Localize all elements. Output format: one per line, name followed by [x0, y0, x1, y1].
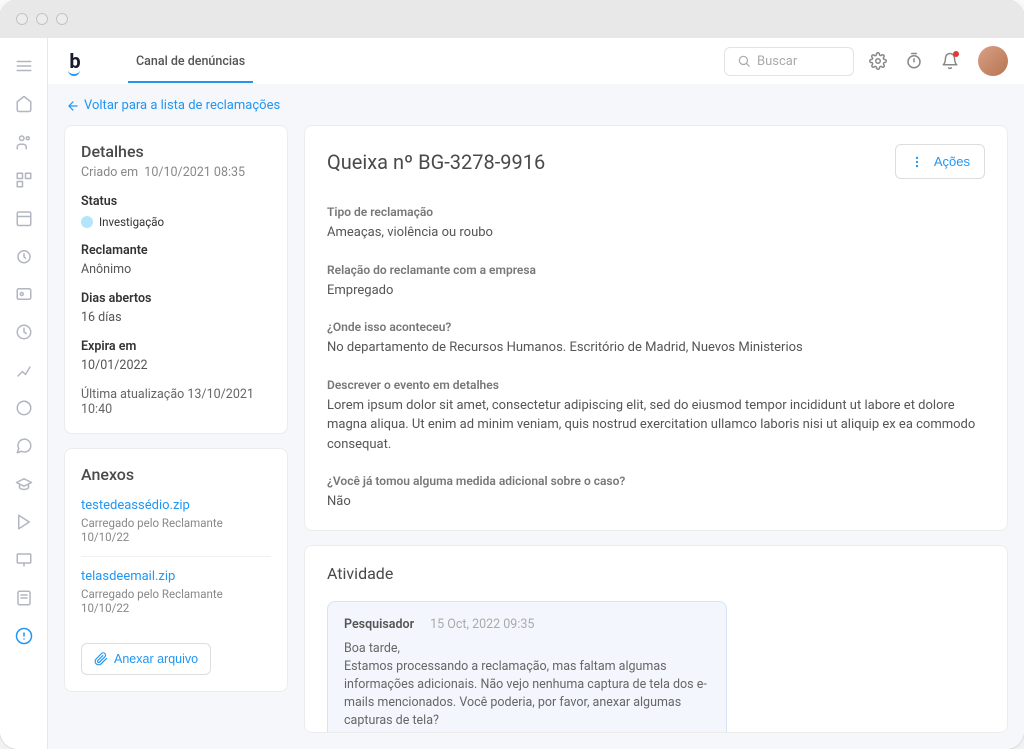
measure-label: ¿Você já tomou alguma medida adicional s…	[327, 474, 985, 488]
org-icon[interactable]	[14, 170, 34, 190]
days-open-label: Dias abertos	[81, 291, 271, 306]
attachments-card: Anexos testedeassédio.zip Carregado pelo…	[64, 448, 288, 692]
message-researcher: Pesquisador 15 Oct, 2022 09:35 Boa tarde…	[327, 601, 727, 734]
complainant-value: Anônimo	[81, 262, 271, 277]
details-card: Detalhes Criado em 10/10/2021 08:35 Stat…	[64, 125, 288, 434]
attachment-meta: Carregado pelo Reclamante 10/10/22	[81, 516, 271, 544]
window-title-bar	[0, 0, 1024, 38]
attachment-link[interactable]: telasdeemail.zip	[81, 569, 271, 584]
where-label: ¿Onde isso aconteceu?	[327, 320, 985, 334]
relation-value: Empregado	[327, 281, 985, 301]
complainant-label: Reclamante	[81, 243, 271, 258]
describe-value: Lorem ipsum dolor sit amet, consectetur …	[327, 396, 985, 455]
chat-icon[interactable]	[14, 436, 34, 456]
more-vertical-icon	[910, 155, 924, 169]
app-logo[interactable]: b	[64, 50, 86, 72]
progress-icon[interactable]	[14, 398, 34, 418]
activity-card: Atividade Pesquisador 15 Oct, 2022 09:35…	[304, 545, 1008, 734]
type-label: Tipo de reclamação	[327, 205, 985, 219]
topbar: b Canal de denúncias Buscar	[48, 38, 1024, 84]
search-placeholder: Buscar	[757, 54, 797, 69]
status-badge: Investigação	[81, 215, 164, 229]
notification-dot	[953, 51, 959, 57]
doc-icon[interactable]	[14, 588, 34, 608]
window-max-dot[interactable]	[56, 13, 68, 25]
relation-label: Relação do reclamante com a empresa	[327, 263, 985, 277]
present-icon[interactable]	[14, 550, 34, 570]
days-open-value: 16 días	[81, 310, 271, 325]
menu-icon[interactable]	[14, 56, 34, 76]
id-icon[interactable]	[14, 284, 34, 304]
people-icon[interactable]	[14, 132, 34, 152]
attachments-title: Anexos	[81, 465, 271, 484]
paperclip-icon	[94, 652, 108, 666]
clock-icon[interactable]	[14, 322, 34, 342]
status-dot-icon	[81, 216, 93, 228]
window-close-dot[interactable]	[16, 13, 28, 25]
expires-value: 10/01/2022	[81, 358, 271, 373]
attachment-link[interactable]: testedeassédio.zip	[81, 498, 271, 513]
sidebar-rail	[0, 38, 48, 749]
message-author: Pesquisador	[344, 616, 414, 634]
back-link[interactable]: Voltar para a lista de reclamações	[48, 84, 1024, 125]
calendar-icon[interactable]	[14, 208, 34, 228]
goals-icon[interactable]	[14, 360, 34, 380]
activity-title: Atividade	[327, 564, 985, 583]
attach-file-button[interactable]: Anexar arquivo	[81, 643, 211, 675]
type-value: Ameaças, violência ou roubo	[327, 223, 985, 243]
alert-icon[interactable]	[14, 626, 34, 646]
message-body: Boa tarde, Estamos processando a reclama…	[344, 640, 710, 731]
stopwatch-icon[interactable]	[902, 49, 926, 73]
attachment-item: telasdeemail.zip Carregado pelo Reclaman…	[81, 569, 271, 627]
attachment-item: testedeassédio.zip Carregado pelo Reclam…	[81, 498, 271, 557]
complaint-title: Queixa nº BG-3278-9916	[327, 150, 545, 174]
status-label: Status	[81, 194, 271, 209]
complaint-card: Queixa nº BG-3278-9916 Ações Tipo de rec…	[304, 125, 1008, 531]
search-input[interactable]: Buscar	[724, 47, 854, 76]
attachment-meta: Carregado pelo Reclamante 10/10/22	[81, 587, 271, 615]
last-update: Última atualização 13/10/2021 10:40	[81, 387, 271, 417]
avatar[interactable]	[978, 46, 1008, 76]
arrow-left-icon	[66, 99, 80, 113]
window-min-dot[interactable]	[36, 13, 48, 25]
settings-icon[interactable]	[866, 49, 890, 73]
created-meta: Criado em 10/10/2021 08:35	[81, 165, 271, 180]
grad-icon[interactable]	[14, 474, 34, 494]
bell-icon[interactable]	[938, 49, 962, 73]
actions-button[interactable]: Ações	[895, 144, 985, 179]
search-icon	[737, 54, 751, 68]
measure-value: Não	[327, 492, 985, 512]
play-icon[interactable]	[14, 512, 34, 532]
message-date: 15 Oct, 2022 09:35	[430, 616, 534, 634]
home-icon[interactable]	[14, 94, 34, 114]
describe-label: Descrever o evento em detalhes	[327, 378, 985, 392]
timer-icon[interactable]	[14, 246, 34, 266]
details-title: Detalhes	[81, 142, 271, 161]
expires-label: Expira em	[81, 339, 271, 354]
tab-complaints-channel[interactable]: Canal de denúncias	[128, 40, 253, 83]
where-value: No departamento de Recursos Humanos. Esc…	[327, 338, 985, 358]
